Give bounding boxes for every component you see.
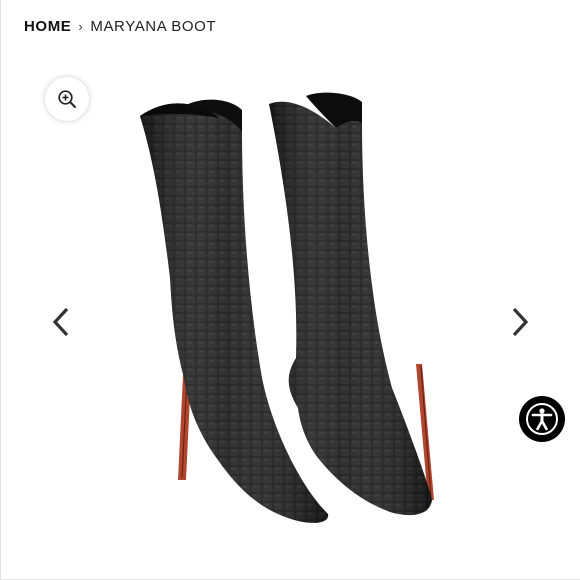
next-image-button[interactable] xyxy=(505,302,535,342)
left-border xyxy=(0,0,1,580)
zoom-in-icon xyxy=(58,90,76,108)
previous-image-button[interactable] xyxy=(46,302,76,342)
breadcrumb-current: MARYANA BOOT xyxy=(90,17,217,35)
zoom-button[interactable] xyxy=(45,77,89,121)
chevron-right-icon xyxy=(512,307,529,337)
breadcrumb-separator: › xyxy=(78,18,84,34)
chevron-left-icon xyxy=(52,307,69,337)
accessibility-button[interactable] xyxy=(519,396,565,442)
breadcrumb: HOME › MARYANA BOOT xyxy=(24,15,216,37)
accessibility-person-icon xyxy=(526,403,558,435)
breadcrumb-home-link[interactable]: HOME xyxy=(24,18,71,35)
product-image xyxy=(140,92,434,523)
right-boot xyxy=(269,92,434,516)
